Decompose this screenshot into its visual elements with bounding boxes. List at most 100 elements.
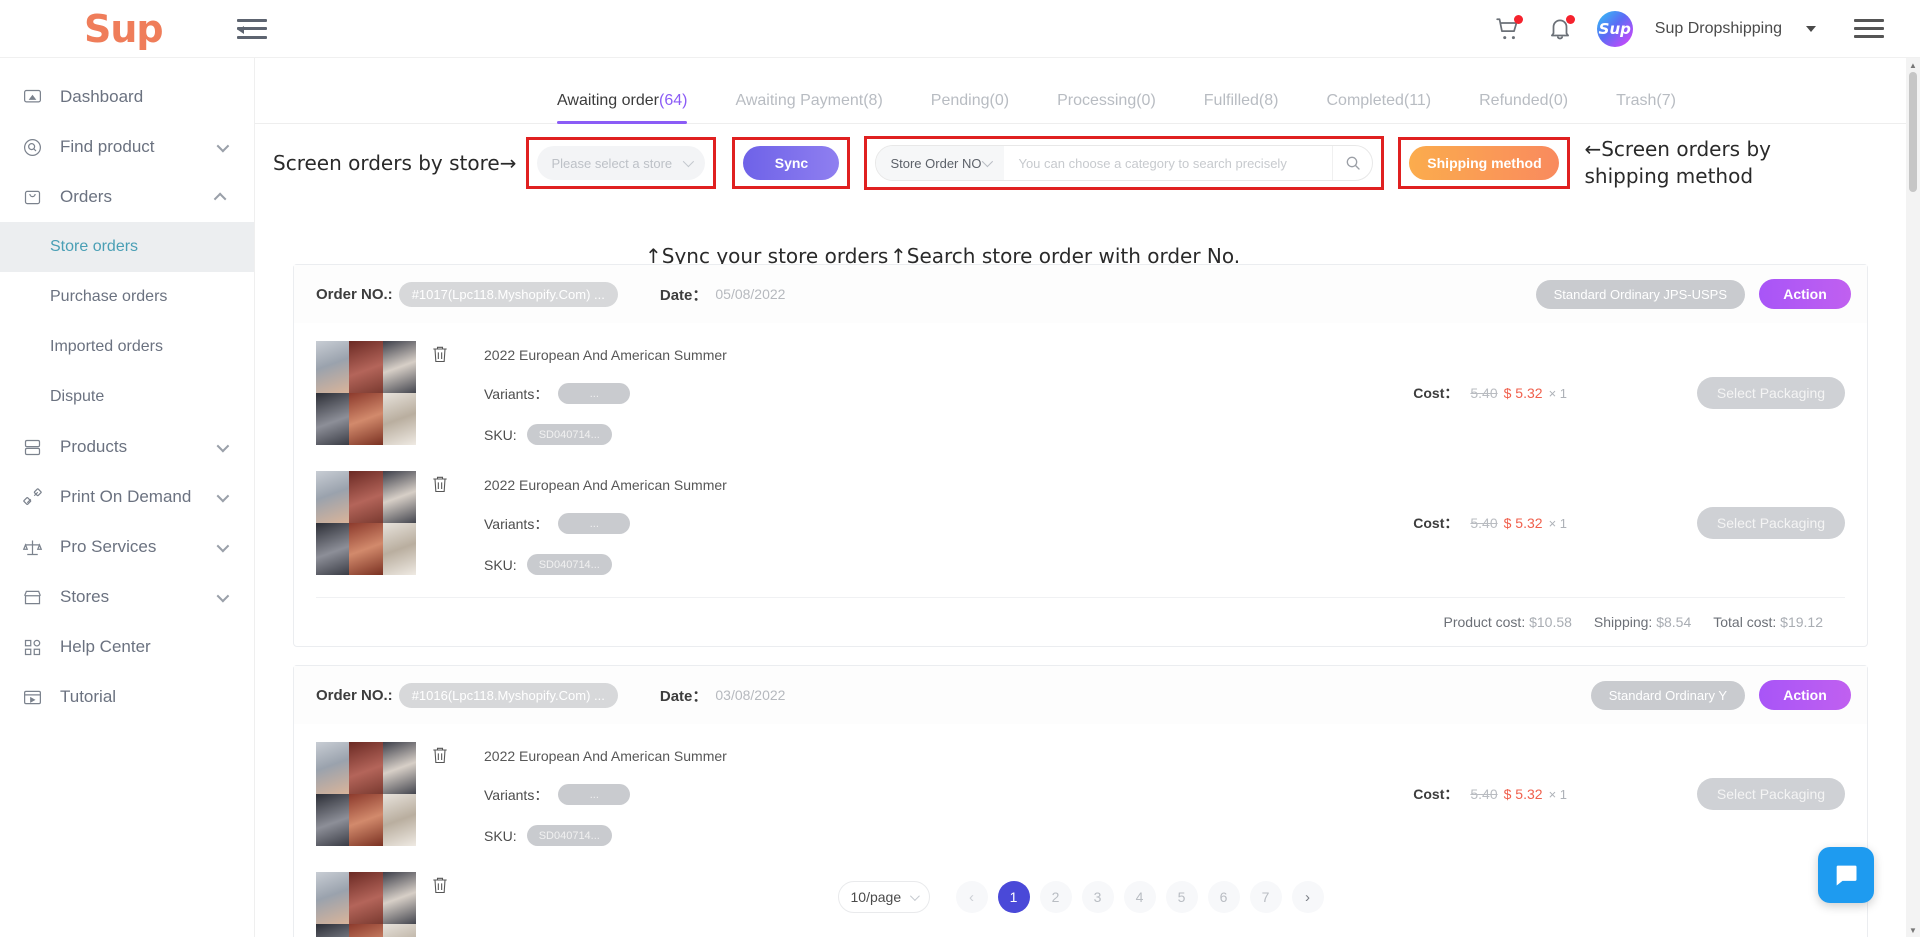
pagination-prev[interactable]: ‹	[956, 881, 988, 913]
select-packaging-button[interactable]: Select Packaging	[1697, 507, 1845, 539]
cost-discounted: $ 5.32	[1504, 515, 1543, 531]
product-image[interactable]	[316, 471, 416, 575]
tab-fulfilled[interactable]: Fulfilled(8)	[1204, 78, 1279, 124]
order-no-chip[interactable]: #1017(Lpc118.Myshopify.Com) ...	[399, 282, 618, 307]
delete-item-icon[interactable]	[430, 473, 450, 500]
select-packaging-button[interactable]: Select Packaging	[1697, 778, 1845, 810]
main-content: Awaiting order(64) Awaiting Payment(8) P…	[255, 58, 1906, 937]
shipping-badge[interactable]: Standard Ordinary JPS-USPS	[1536, 280, 1745, 309]
tab-completed[interactable]: Completed(11)	[1326, 78, 1431, 124]
pagination-page-7[interactable]: 7	[1250, 881, 1282, 913]
scrollbar-thumb[interactable]	[1909, 72, 1917, 192]
order-status-tabs: Awaiting order(64) Awaiting Payment(8) P…	[255, 78, 1906, 124]
pagination-page-5[interactable]: 5	[1166, 881, 1198, 913]
variant-line: Variants： ...	[484, 383, 727, 404]
sidebar-item-dispute[interactable]: Dispute	[0, 372, 254, 422]
sidebar-item-stores[interactable]: Stores	[0, 572, 254, 622]
sidebar-item-label: Dashboard	[60, 87, 143, 107]
chat-support-button[interactable]	[1818, 847, 1874, 903]
pagination-page-2[interactable]: 2	[1040, 881, 1072, 913]
grid-icon	[22, 637, 52, 658]
sidebar-item-purchase-orders[interactable]: Purchase orders	[0, 272, 254, 322]
bell-icon[interactable]	[1545, 14, 1575, 44]
sidebar-item-print-on-demand[interactable]: Print On Demand	[0, 472, 254, 522]
sidebar: Dashboard Find product Orders Store orde…	[0, 58, 255, 937]
sidebar-collapse-icon[interactable]	[237, 17, 267, 41]
sidebar-item-tutorial[interactable]: Tutorial	[0, 672, 254, 722]
tab-count: (8)	[1259, 92, 1279, 110]
product-image[interactable]	[316, 742, 416, 846]
cost-label: Cost：	[1413, 383, 1458, 403]
user-name[interactable]: Sup Dropshipping	[1655, 20, 1782, 38]
tab-awaiting-payment[interactable]: Awaiting Payment(8)	[735, 78, 882, 124]
sidebar-item-find-product[interactable]: Find product	[0, 122, 254, 172]
tab-pending[interactable]: Pending(0)	[931, 78, 1009, 124]
chevron-down-icon	[217, 539, 230, 552]
order-item-row: 2022 European And American Summer Varian…	[294, 323, 1867, 453]
sidebar-subitem-label: Store orders	[50, 238, 138, 256]
sync-button[interactable]: Sync	[743, 146, 839, 180]
variants-label: Variants：	[484, 384, 548, 404]
select-packaging-button[interactable]: Select Packaging	[1697, 377, 1845, 409]
store-select[interactable]: Please select a store	[537, 146, 705, 180]
pagination-page-3[interactable]: 3	[1082, 881, 1114, 913]
vertical-scrollbar[interactable]: ▲ ▼	[1906, 58, 1920, 937]
sidebar-item-label: Stores	[60, 587, 109, 607]
delete-item-icon[interactable]	[430, 744, 450, 771]
sidebar-item-dashboard[interactable]: Dashboard	[0, 72, 254, 122]
search-icon[interactable]	[1332, 146, 1372, 180]
order-no-label: Order NO.:	[316, 286, 393, 303]
tab-trash[interactable]: Trash(7)	[1616, 78, 1676, 124]
cost-quantity: × 1	[1549, 386, 1567, 401]
order-no-chip[interactable]: #1016(Lpc118.Myshopify.Com) ...	[399, 683, 618, 708]
variant-line: Variants： ...	[484, 513, 727, 534]
sidebar-item-products[interactable]: Products	[0, 422, 254, 472]
chevron-down-icon	[683, 156, 694, 167]
sidebar-item-store-orders[interactable]: Store orders	[0, 222, 254, 272]
shipping-cost-label: Shipping:	[1594, 614, 1652, 630]
sidebar-item-help-center[interactable]: Help Center	[0, 622, 254, 672]
product-info: 2022 European And American Summer Varian…	[484, 471, 727, 575]
sidebar-item-orders[interactable]: Orders	[0, 172, 254, 222]
scroll-up-icon[interactable]: ▲	[1906, 58, 1920, 72]
sidebar-item-imported-orders[interactable]: Imported orders	[0, 322, 254, 372]
action-button[interactable]: Action	[1759, 680, 1851, 710]
tab-processing[interactable]: Processing(0)	[1057, 78, 1156, 124]
chevron-down-icon	[217, 489, 230, 502]
page-size-select[interactable]: 10/page	[838, 881, 930, 913]
sidebar-item-pro-services[interactable]: Pro Services	[0, 522, 254, 572]
pagination-next[interactable]: ›	[1292, 881, 1324, 913]
orders-scroll-area[interactable]: Order NO.: #1017(Lpc118.Myshopify.Com) .…	[255, 264, 1906, 937]
chevron-down-icon	[217, 439, 230, 452]
tab-label: Trash	[1616, 92, 1656, 110]
annotation-box-search: Store Order NO	[864, 136, 1384, 190]
hamburger-icon[interactable]	[1854, 19, 1884, 38]
pagination-page-1[interactable]: 1	[998, 881, 1030, 913]
pagination-page-6[interactable]: 6	[1208, 881, 1240, 913]
chevron-down-icon	[217, 589, 230, 602]
app-logo[interactable]: Sup	[84, 10, 163, 48]
store-icon	[22, 587, 52, 608]
tab-count: (64)	[659, 92, 687, 110]
shipping-method-button[interactable]: Shipping method	[1409, 146, 1559, 180]
avatar[interactable]: Sup	[1597, 11, 1633, 47]
cost-original: 5.40	[1470, 786, 1497, 802]
scroll-down-icon[interactable]: ▼	[1906, 923, 1920, 937]
search-input[interactable]	[1004, 156, 1332, 171]
product-image[interactable]	[316, 341, 416, 445]
search-category-select[interactable]: Store Order NO	[876, 146, 1004, 180]
tab-label: Processing	[1057, 92, 1136, 110]
delete-item-icon[interactable]	[430, 343, 450, 370]
pagination: 10/page ‹ 1 2 3 4 5 6 7 ›	[255, 881, 1906, 913]
tab-refunded[interactable]: Refunded(0)	[1479, 78, 1568, 124]
cart-icon[interactable]	[1493, 14, 1523, 44]
cart-badge-dot	[1514, 15, 1523, 24]
pagination-page-4[interactable]: 4	[1124, 881, 1156, 913]
sku-line: SKU: SD040714...	[484, 825, 727, 846]
action-button[interactable]: Action	[1759, 279, 1851, 309]
order-no-label: Order NO.:	[316, 687, 393, 704]
annotation-shipping-note: ←Screen orders by shipping method	[1584, 136, 1854, 190]
tab-awaiting-order[interactable]: Awaiting order(64)	[557, 78, 687, 124]
chevron-down-icon[interactable]	[1806, 26, 1816, 32]
shipping-badge[interactable]: Standard Ordinary Y	[1591, 681, 1745, 710]
